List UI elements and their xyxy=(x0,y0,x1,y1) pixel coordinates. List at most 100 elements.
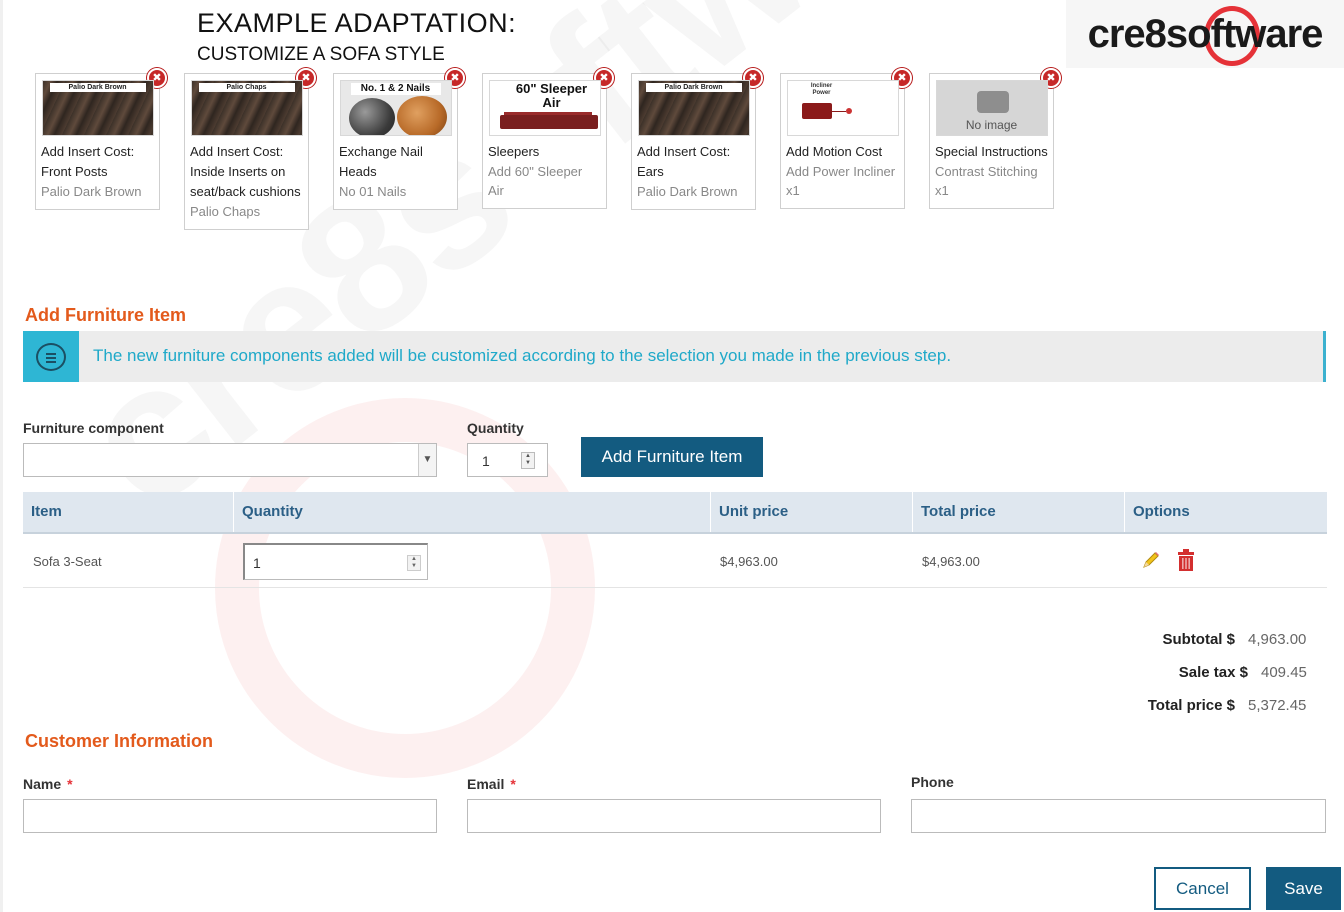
card-title-line: Ears xyxy=(637,164,664,179)
card-title-line: Special Instructions xyxy=(935,144,1048,159)
thumbnail-sleeper: 60" Sleeper Air xyxy=(488,80,601,136)
info-banner: The new furniture components added will … xyxy=(23,331,1326,382)
component-card-nail-heads: ✖ No. 1 & 2 Nails Exchange Nail Heads No… xyxy=(333,68,465,210)
card-title-line: Sleepers xyxy=(488,144,540,159)
card-value: Add Power Incliner xyxy=(786,164,896,179)
card-title-line: Exchange Nail xyxy=(339,144,423,159)
column-header-item: Item xyxy=(31,503,62,520)
trash-delete-icon[interactable] xyxy=(1177,549,1195,571)
column-header-total-price: Total price xyxy=(912,492,1124,532)
thumbnail-label: No. 1 & 2 Nails xyxy=(350,83,441,95)
email-label: Email * xyxy=(467,776,516,792)
add-furniture-heading: Add Furniture Item xyxy=(25,305,186,325)
power-motor-image xyxy=(801,103,832,119)
subtotal-value: 4,963.00 xyxy=(1248,631,1307,648)
sale-tax-label: Sale tax $ xyxy=(1178,664,1248,681)
name-label: Name * xyxy=(23,776,73,792)
table-row: Sofa 3-Seat 1 ▲ ▼ $4,963.00 $4,963.00 xyxy=(23,534,1327,588)
card-title-line: seat/back cushions xyxy=(190,184,301,199)
thumbnail-label: No image xyxy=(965,118,1018,132)
power-plug-image xyxy=(845,108,852,114)
email-input[interactable] xyxy=(467,799,881,833)
cancel-button[interactable]: Cancel xyxy=(1154,867,1251,910)
sofa-placeholder-icon xyxy=(976,91,1009,113)
component-card-ears: ✖ Palio Dark Brown Add Insert Cost: Ears… xyxy=(631,68,763,210)
save-button[interactable]: Save xyxy=(1266,867,1341,910)
phone-label: Phone xyxy=(911,774,954,790)
thumbnail-leather: Palio Chaps xyxy=(190,80,303,136)
thumbnail-label: Palio Chaps xyxy=(198,83,295,92)
left-border xyxy=(0,0,3,912)
items-table: Item Quantity Unit price Total price Opt… xyxy=(23,492,1327,588)
row-quantity-value: 1 xyxy=(253,555,261,571)
page-subtitle: CUSTOMIZE A SOFA STYLE xyxy=(197,44,445,65)
thumbnail-motion: Incliner Power xyxy=(786,80,899,136)
furniture-component-select[interactable]: ▼ xyxy=(23,443,437,477)
quantity-value: 1 xyxy=(482,453,490,469)
chevron-down-icon[interactable]: ▼ xyxy=(418,444,436,476)
column-header-options: Options xyxy=(1124,492,1327,532)
card-title-line: Add Insert Cost: xyxy=(41,144,135,159)
quantity-stepper[interactable]: 1 ▲ ▼ xyxy=(467,443,548,477)
thumbnail-label: 60" Sleeper Air xyxy=(515,81,588,110)
sale-tax-value: 409.45 xyxy=(1261,664,1307,681)
required-asterisk: * xyxy=(67,776,73,792)
power-wire-image xyxy=(831,111,846,112)
component-card-sleepers: ✖ 60" Sleeper Air Sleepers Add 60" Sleep… xyxy=(482,68,614,209)
card-title-line: Front Posts xyxy=(41,164,108,179)
card-title-line: Add Insert Cost: xyxy=(637,144,731,159)
item-name-cell: Sofa 3-Seat xyxy=(33,554,102,569)
furniture-component-label: Furniture component xyxy=(23,420,164,436)
component-card-front-posts: ✖ Palio Dark Brown Add Insert Cost: Fron… xyxy=(35,68,167,210)
card-value: No 01 Nails xyxy=(339,184,407,199)
required-asterisk: * xyxy=(510,776,516,792)
card-value: Palio Dark Brown xyxy=(637,184,738,199)
logo-text: cre8software xyxy=(1087,11,1324,56)
component-card-special-instructions: ✖ No image Special Instructions Contrast… xyxy=(929,68,1061,209)
thumbnail-no-image: No image xyxy=(935,80,1048,136)
thumbnail-leather: Palio Dark Brown xyxy=(637,80,750,136)
pencil-edit-icon[interactable] xyxy=(1141,550,1161,570)
phone-input[interactable] xyxy=(911,799,1326,833)
row-quantity-stepper[interactable]: 1 ▲ ▼ xyxy=(243,543,428,580)
card-quantity: x1 xyxy=(935,183,949,198)
nail-head-image xyxy=(396,96,447,135)
column-header-unit-price: Unit price xyxy=(710,492,912,532)
card-title-line: Add Insert Cost: xyxy=(190,144,284,159)
thumbnail-label: Palio Dark Brown xyxy=(645,83,742,92)
thumbnail-label: Incliner Power xyxy=(810,83,833,96)
add-furniture-item-button[interactable]: Add Furniture Item xyxy=(581,437,763,477)
card-value: Add 60" Sleeper Air xyxy=(488,164,583,198)
total-price-label: Total price $ xyxy=(1147,697,1235,714)
component-card-motion: ✖ Incliner Power Add Motion Cost Add Pow… xyxy=(780,68,912,209)
card-value: Palio Chaps xyxy=(190,204,261,219)
subtotal-label: Subtotal $ xyxy=(1162,631,1235,648)
component-card-inside-inserts: ✖ Palio Chaps Add Insert Cost: Inside In… xyxy=(184,68,316,230)
card-value: Contrast Stitching xyxy=(935,164,1038,179)
customer-information-heading: Customer Information xyxy=(25,731,214,751)
card-title-line: Heads xyxy=(339,164,377,179)
total-price-cell: $4,963.00 xyxy=(922,554,980,569)
quantity-label: Quantity xyxy=(467,420,524,436)
info-icon-box xyxy=(23,331,79,382)
thumbnail-nails: No. 1 & 2 Nails xyxy=(339,80,452,136)
card-title-line: Add Motion Cost xyxy=(786,144,883,159)
page-title: EXAMPLE ADAPTATION: xyxy=(197,8,517,38)
card-quantity: x1 xyxy=(786,183,800,198)
name-input[interactable] xyxy=(23,799,437,833)
sleeper-sofa-image xyxy=(499,115,598,129)
card-value: Palio Dark Brown xyxy=(41,184,142,199)
card-title-line: Inside Inserts on xyxy=(190,164,286,179)
total-price-value: 5,372.45 xyxy=(1248,697,1307,714)
column-header-quantity: Quantity xyxy=(233,492,710,532)
thumbnail-label: Palio Dark Brown xyxy=(49,83,146,92)
table-header: Item Quantity Unit price Total price Opt… xyxy=(23,492,1327,534)
unit-price-cell: $4,963.00 xyxy=(720,554,778,569)
spinner-arrows-icon[interactable]: ▲ ▼ xyxy=(407,555,421,571)
nail-head-image xyxy=(348,98,395,135)
thumbnail-leather: Palio Dark Brown xyxy=(41,80,154,136)
message-icon xyxy=(36,342,66,371)
brand-logo: cre8software xyxy=(1066,0,1344,68)
spinner-arrows-icon[interactable]: ▲ ▼ xyxy=(521,452,535,469)
info-text: The new furniture components added will … xyxy=(93,346,952,365)
